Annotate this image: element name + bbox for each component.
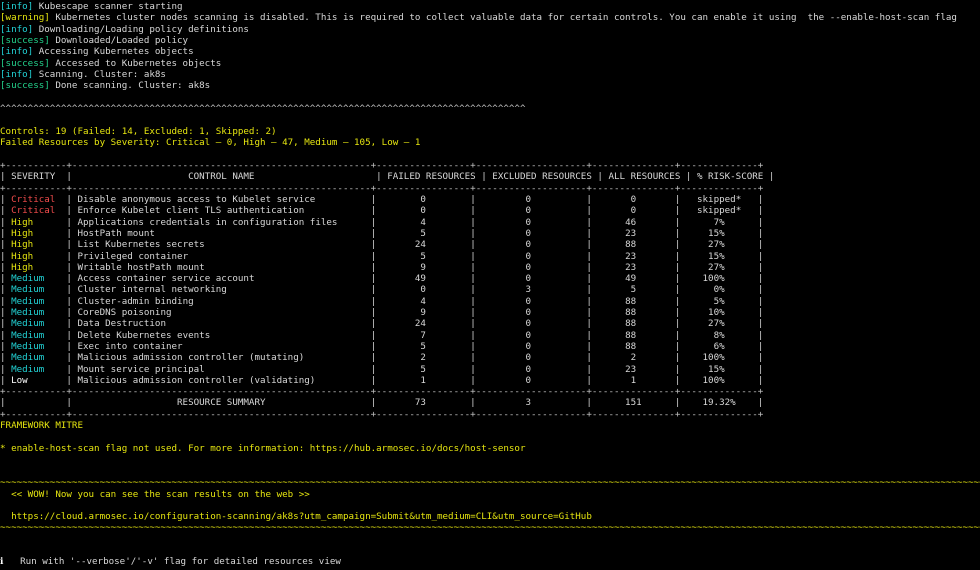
severity-cell: Low [11, 374, 56, 386]
row-rest: | Access container service account | 49 … [66, 273, 764, 285]
row-rest: | Disable anonymous access to Kubelet se… [66, 194, 764, 205]
severity-cell: Medium [11, 295, 56, 307]
host-scan-note: * enable-host-scan flag not used. For mo… [0, 443, 526, 454]
severity-cell: High [11, 227, 56, 239]
row-rest: | Writable hostPath mount | 9 | 0 | 23 |… [66, 261, 764, 273]
table-row: | High | HostPath mount | 5 | 0 | 23 | 1… [0, 227, 764, 239]
table-row: | High | Applications credentials in con… [0, 216, 764, 228]
log-text: Accessed to Kubernetes objects [49, 57, 222, 69]
severity-cell: Critical [11, 205, 56, 217]
table-border-mid: +-----------+---------------------------… [0, 386, 764, 398]
table-row: | Medium | Access container service acco… [0, 273, 764, 285]
row-rest: | List Kubernetes secrets | 24 | 0 | 88 … [66, 239, 764, 251]
log-text: Done scanning. Cluster: ak8s [49, 80, 211, 92]
table-row: | High | Privileged container | 5 | 0 | … [0, 250, 764, 262]
log-tag: [success] [0, 35, 50, 46]
log-line: [success] Downloaded/Loaded policy [0, 35, 188, 46]
severity-cell: Medium [11, 352, 56, 364]
row-rest: | Privileged container | 5 | 0 | 23 | 15… [66, 250, 764, 262]
row-rest: | Mount service principal | 5 | 0 | 23 |… [66, 363, 764, 375]
framework-label: FRAMEWORK MITRE [0, 420, 83, 431]
severity-cell: Medium [11, 318, 56, 330]
severity-cell: High [11, 239, 56, 251]
log-tag: [info] [0, 23, 34, 35]
log-line: [info] Downloading/Loading policy defini… [0, 24, 249, 35]
table-row: | Medium | Cluster internal networking |… [0, 284, 764, 296]
row-rest: | Delete Kubernetes events | 7 | 0 | 88 … [66, 329, 764, 341]
severity-cell: Medium [11, 273, 56, 285]
severity-cell: High [11, 261, 56, 273]
severity-cell: Medium [11, 363, 56, 375]
table-row: | Medium | Mount service principal | 5 |… [0, 363, 764, 375]
log-line: [info] Accessing Kubernetes objects [0, 46, 194, 57]
row-rest: | Data Destruction | 24 | 0 | 88 | 27% | [66, 318, 764, 330]
log-text: Accessing Kubernetes objects [33, 46, 194, 58]
severity-cell: Medium [11, 307, 56, 318]
log-line: [success] Accessed to Kubernetes objects [0, 58, 221, 69]
log-tag: [info] [0, 46, 34, 58]
log-text: Downloading/Loading policy definitions [33, 23, 249, 35]
table-row: | High | List Kubernetes secrets | 24 | … [0, 239, 764, 251]
terminal-window[interactable]: [info] Kubescape scanner starting [warni… [0, 0, 980, 570]
row-rest: | Malicious admission controller (valida… [66, 374, 764, 386]
caret-divider: ^^^^^^^^^^^^^^^^^^^^^^^^^^^^^^^^^^^^^^^^… [0, 103, 526, 114]
table-border-top: +-----------+---------------------------… [0, 160, 764, 171]
table-row: | Medium | Data Destruction | 24 | 0 | 8… [0, 318, 764, 330]
row-rest: | Enforce Kubelet client TLS authenticat… [66, 205, 764, 217]
table-footer: | | RESOURCE SUMMARY | 73 | 3 | 151 | 19… [0, 397, 764, 409]
log-text: Downloaded/Loaded policy [49, 35, 189, 46]
table-row: | High | Writable hostPath mount | 9 | 0… [0, 261, 764, 273]
log-line: [info] Kubescape scanner starting [0, 1, 183, 12]
wave-divider: ~~~~~~~~~~~~~~~~~~~~~~~~~~~~~~~~~~~~~~~~… [0, 477, 980, 488]
verbose-hint-text: Run with '--verbose'/'-v' flag for detai… [3, 556, 341, 567]
table-row: | Medium | Malicious admission controlle… [0, 352, 764, 364]
severity-cell: High [11, 216, 56, 228]
severity-cell: Medium [11, 329, 56, 341]
log-tag: [info] [0, 1, 34, 12]
controls-summary: Controls: 19 (Failed: 14, Excluded: 1, S… [0, 126, 277, 137]
log-line: [warning] Kubernetes cluster nodes scann… [0, 12, 957, 23]
severity-cell: Medium [11, 340, 56, 352]
severity-cell: High [11, 250, 56, 262]
log-text: Kubescape scanner starting [33, 1, 183, 12]
table-row: | Medium | CoreDNS poisoning | 9 | 0 | 8… [0, 307, 764, 318]
row-rest: | Cluster internal networking | 0 | 3 | … [66, 284, 764, 296]
log-text: Scanning. Cluster: ak8s [33, 68, 166, 80]
severity-cell: Medium [11, 284, 56, 296]
row-rest: | Malicious admission controller (mutati… [66, 352, 764, 364]
table-row: | Medium | Cluster-admin binding | 4 | 0… [0, 295, 764, 307]
table-border-header: +-----------+---------------------------… [0, 182, 764, 194]
row-rest: | CoreDNS poisoning | 9 | 0 | 88 | 10% | [66, 307, 764, 318]
row-rest: | HostPath mount | 5 | 0 | 23 | 15% | [66, 227, 764, 239]
severity-cell: Critical [11, 194, 56, 205]
log-line: [success] Done scanning. Cluster: ak8s [0, 80, 210, 91]
row-rest: | Cluster-admin binding | 4 | 0 | 88 | 5… [66, 295, 764, 307]
table-row: | Medium | Exec into container | 5 | 0 |… [0, 340, 764, 352]
failed-resources-summary: Failed Resources by Severity: Critical —… [0, 137, 421, 149]
results-table: +-----------+---------------------------… [0, 160, 980, 506]
table-row: | Medium | Delete Kubernetes events | 7 … [0, 329, 764, 341]
log-tag: [success] [0, 57, 50, 69]
log-text: Kubernetes cluster nodes scanning is dis… [49, 12, 957, 24]
table-header: | SEVERITY | CONTROL NAME | FAILED RESOU… [0, 171, 775, 183]
log-tag: [info] [0, 68, 34, 80]
wow-message: << WOW! Now you can see the scan results… [0, 488, 310, 500]
web-results-link[interactable]: https://cloud.armosec.io/configuration-s… [0, 511, 592, 522]
verbose-hint: ℹ Run with '--verbose'/'-v' flag for det… [0, 556, 341, 567]
log-line: [info] Scanning. Cluster: ak8s [0, 69, 166, 80]
log-tag: [warning] [0, 12, 50, 24]
log-tag: [success] [0, 80, 50, 92]
row-rest: | Exec into container | 5 | 0 | 88 | 6% … [66, 340, 764, 352]
table-border-bottom: +-----------+---------------------------… [0, 408, 764, 420]
row-rest: | Applications credentials in configurat… [66, 216, 764, 228]
table-row: | Low | Malicious admission controller (… [0, 374, 764, 386]
wave-divider: ~~~~~~~~~~~~~~~~~~~~~~~~~~~~~~~~~~~~~~~~… [0, 522, 980, 534]
table-row: | Critical | Enforce Kubelet client TLS … [0, 205, 764, 217]
table-row: | Critical | Disable anonymous access to… [0, 194, 764, 205]
